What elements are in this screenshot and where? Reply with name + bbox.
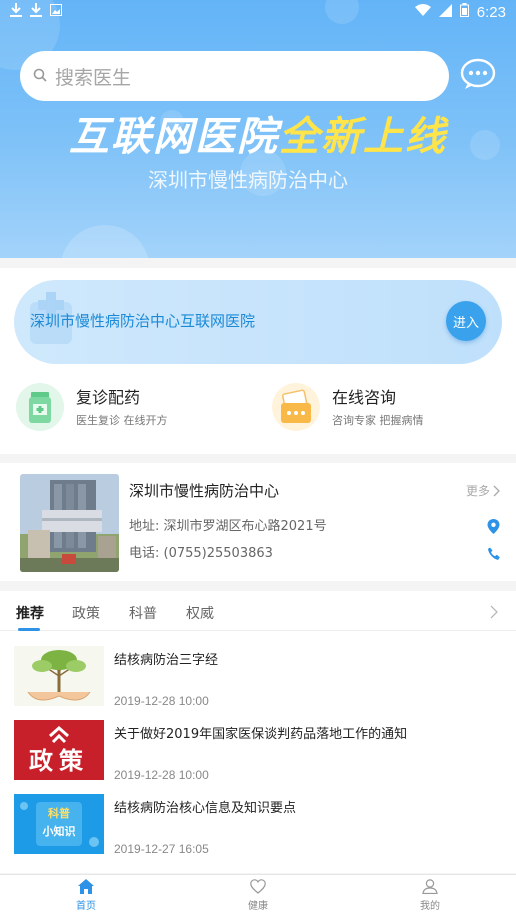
top-banner: 6:23 搜索医生 互联网医院全新上线 深圳市慢性病防治中心 — [0, 0, 516, 258]
home-icon — [78, 879, 94, 898]
thumb-science-line2: 小知识 — [42, 825, 76, 838]
news-title: 结核病防治三字经 — [114, 653, 219, 668]
news-item[interactable]: 政策 关于做好2019年国家医保谈判药品落地工作的通知 2019-12-28 1… — [0, 720, 516, 784]
user-icon — [422, 879, 438, 898]
nav-label: 健康 — [248, 901, 268, 912]
nav-mine[interactable]: 我的 — [400, 879, 460, 914]
download-icon — [10, 3, 22, 21]
nav-health[interactable]: 健康 — [228, 879, 288, 914]
phone-icon[interactable] — [487, 546, 501, 565]
feature-title: 复诊配药 — [76, 388, 141, 407]
active-tab-indicator — [18, 628, 40, 631]
news-title: 关于做好2019年国家医保谈判药品落地工作的通知 — [114, 727, 408, 742]
wifi-icon — [414, 4, 431, 20]
news-item[interactable]: 结核病防治三字经 2019-12-28 10:00 — [0, 646, 516, 710]
status-bar: 6:23 — [0, 0, 516, 24]
banner-subtitle: 深圳市慢性病防治中心 — [148, 168, 348, 192]
banner-title-part2: 全新上线 — [279, 114, 447, 160]
feature-title: 在线咨询 — [332, 388, 397, 407]
center-building-photo — [20, 474, 119, 572]
more-link[interactable]: 更多 — [466, 481, 500, 501]
nav-home[interactable]: 首页 — [56, 879, 116, 914]
tab-science[interactable]: 科普 — [129, 604, 157, 624]
more-label: 更多 — [466, 484, 491, 498]
chat-icon[interactable] — [460, 58, 496, 90]
center-phone: 电话: (0755)25503863 — [129, 546, 273, 561]
center-info-card: 深圳市慢性病防治中心 更多 地址: 深圳市罗湖区布心路2021号 电话: (07… — [0, 463, 516, 581]
news-tabs: 推荐 政策 科普 权威 — [0, 591, 516, 631]
feature-desc: 咨询专家 把握病情 — [332, 414, 424, 427]
news-title: 结核病防治核心信息及知识要点 — [114, 801, 297, 816]
news-thumbnail: 政策 — [14, 720, 104, 780]
center-name: 深圳市慢性病防治中心 — [129, 482, 280, 500]
news-thumbnail — [14, 646, 104, 706]
nav-label: 首页 — [76, 901, 96, 912]
feature-revisit-prescription[interactable]: 复诊配药 医生复诊 在线开方 — [16, 383, 168, 435]
status-time: 6:23 — [476, 3, 506, 21]
hospital-card: 深圳市慢性病防治中心互联网医院 进入 复诊配药 医生复诊 在线开方 在线咨询 咨… — [0, 268, 516, 454]
search-icon — [33, 67, 47, 86]
chevron-right-icon[interactable] — [490, 604, 498, 623]
hospital-entry-strip[interactable]: 深圳市慢性病防治中心互联网医院 进入 — [14, 280, 502, 364]
nav-label: 我的 — [420, 901, 440, 912]
search-input[interactable]: 搜索医生 — [20, 51, 449, 101]
news-date: 2019-12-28 10:00 — [114, 768, 209, 782]
heart-icon — [250, 879, 266, 898]
tab-authority[interactable]: 权威 — [186, 604, 214, 624]
search-placeholder: 搜索医生 — [55, 66, 132, 89]
feature-desc: 医生复诊 在线开方 — [76, 414, 168, 427]
download-icon — [30, 3, 42, 21]
news-section: 推荐 政策 科普 权威 结核病防治三字经 2019-12-28 10:00 政策… — [0, 591, 516, 873]
news-thumbnail: 科普 小知识 — [14, 794, 104, 854]
tab-recommended[interactable]: 推荐 — [16, 604, 44, 624]
enter-button[interactable]: 进入 — [446, 301, 486, 341]
news-date: 2019-12-28 10:00 — [114, 694, 209, 708]
center-address: 地址: 深圳市罗湖区布心路2021号 — [129, 519, 327, 534]
thumb-science-line1: 科普 — [48, 807, 70, 820]
consult-card-icon — [272, 383, 320, 431]
banner-title: 互联网医院全新上线 — [0, 112, 516, 162]
news-item[interactable]: 科普 小知识 结核病防治核心信息及知识要点 2019-12-27 16:05 — [0, 794, 516, 858]
banner-title-part1: 互联网医院 — [69, 114, 279, 160]
bottom-navigation: 首页 健康 我的 — [0, 874, 516, 916]
location-pin-icon[interactable] — [487, 519, 500, 538]
image-icon — [50, 4, 62, 20]
news-date: 2019-12-27 16:05 — [114, 842, 209, 856]
chevron-right-icon — [493, 485, 500, 497]
battery-icon — [459, 3, 469, 21]
thumb-policy-text: 政策 — [29, 747, 89, 775]
signal-icon — [438, 3, 452, 21]
hospital-name: 深圳市慢性病防治中心互联网医院 — [30, 312, 256, 330]
feature-online-consult[interactable]: 在线咨询 咨询专家 把握病情 — [272, 383, 424, 435]
tab-policy[interactable]: 政策 — [72, 604, 100, 624]
medicine-bottle-icon — [16, 383, 64, 431]
